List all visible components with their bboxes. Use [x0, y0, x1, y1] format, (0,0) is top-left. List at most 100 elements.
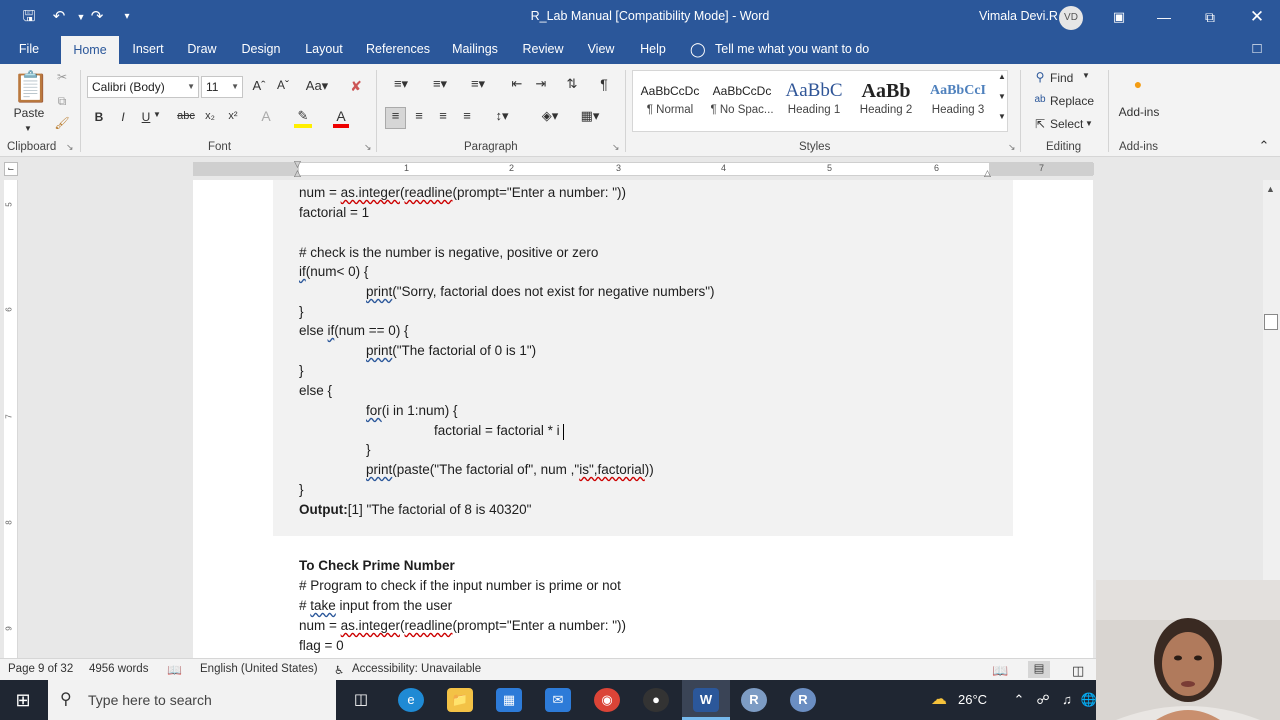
tab-design[interactable]: Design	[237, 34, 285, 64]
bullets-icon[interactable]: ≡▾	[386, 76, 416, 92]
weather-icon[interactable]: ☁	[926, 688, 952, 712]
align-right-icon[interactable]: ≡	[434, 108, 452, 123]
app-icon[interactable]: ●	[643, 688, 669, 712]
style-heading-2[interactable]: AaBb Heading 2	[850, 78, 922, 124]
rstudio-icon[interactable]: R	[790, 688, 816, 712]
strikethrough-icon[interactable]: abc	[176, 110, 196, 122]
restore-icon[interactable]: ⧉	[1195, 6, 1225, 28]
grow-font-icon[interactable]: Aˆ	[250, 78, 268, 93]
font-size-select[interactable]: 11 ▼	[201, 76, 243, 98]
highlight-color-icon[interactable]: ✎	[294, 108, 312, 128]
paste-button[interactable]: Paste	[8, 106, 50, 120]
bold-icon[interactable]: B	[92, 110, 106, 124]
save-icon[interactable]: 🖫	[18, 7, 40, 27]
add-ins-icon[interactable]: ●	[1128, 76, 1148, 92]
tab-file[interactable]: File	[10, 34, 48, 64]
style-heading-3[interactable]: AaBbCcI Heading 3	[922, 78, 994, 124]
justify-icon[interactable]: ≡	[458, 108, 476, 123]
web-layout-icon[interactable]: ◫	[1072, 663, 1084, 679]
tab-view[interactable]: View	[583, 34, 619, 64]
proofing-icon[interactable]: 📖	[167, 663, 182, 677]
styles-scroll-up-icon[interactable]: ▲	[996, 72, 1008, 81]
tab-references[interactable]: References	[363, 34, 433, 64]
file-explorer-icon[interactable]: 📁	[447, 688, 473, 712]
borders-icon[interactable]: ▦▾	[574, 108, 606, 124]
tab-insert[interactable]: Insert	[127, 34, 169, 64]
underline-icon[interactable]: U	[139, 110, 153, 124]
replace-icon[interactable]: ab	[1032, 94, 1048, 105]
print-layout-icon[interactable]: ▤	[1028, 661, 1050, 678]
decrease-indent-icon[interactable]: ⇤	[508, 76, 526, 92]
customize-toolbar-icon[interactable]: ▾	[116, 7, 138, 27]
paste-dropdown-icon[interactable]: ▼	[22, 124, 34, 133]
close-icon[interactable]: ✕	[1242, 6, 1272, 28]
font-color-icon[interactable]: A	[333, 108, 349, 128]
temperature[interactable]: 26°C	[958, 692, 987, 707]
tab-help[interactable]: Help	[634, 34, 672, 64]
align-center-icon[interactable]: ≡	[410, 108, 428, 123]
show-hidden-icons-icon[interactable]: ⌃	[1006, 688, 1032, 712]
font-launcher-icon[interactable]: ↘	[364, 142, 372, 153]
add-ins-button[interactable]: Add-ins	[1114, 105, 1164, 119]
windows-start-icon[interactable]: ⊞	[10, 688, 36, 712]
find-button[interactable]: Find	[1050, 71, 1073, 85]
styles-scroll-down-icon[interactable]: ▼	[996, 92, 1008, 101]
mail-icon[interactable]: ✉	[545, 688, 571, 712]
user-name[interactable]: Vimala Devi.R	[979, 9, 1058, 23]
text-effects-icon[interactable]: A	[258, 108, 274, 124]
tab-review[interactable]: Review	[518, 34, 568, 64]
styles-launcher-icon[interactable]: ↘	[1008, 142, 1016, 153]
style-no-spacing[interactable]: AaBbCcDc ¶ No Spac...	[706, 78, 778, 124]
tab-layout[interactable]: Layout	[300, 34, 348, 64]
r-icon[interactable]: R	[741, 688, 767, 712]
cut-icon[interactable]: ✂	[54, 70, 70, 84]
ribbon-display-options-icon[interactable]: ▣	[1104, 6, 1134, 28]
style-normal[interactable]: AaBbCcDc ¶ Normal	[634, 78, 706, 124]
right-indent-marker[interactable]: △	[984, 168, 991, 179]
tab-selector-icon[interactable]: ⌙	[4, 162, 18, 176]
copy-icon[interactable]: ⧉	[54, 94, 70, 109]
tab-draw[interactable]: Draw	[183, 34, 221, 64]
show-formatting-icon[interactable]: ¶	[596, 76, 612, 92]
edge-browser-icon[interactable]: e	[398, 688, 424, 712]
increase-indent-icon[interactable]: ⇥	[532, 76, 550, 92]
network-icon[interactable]: ☍	[1030, 688, 1056, 712]
word-icon[interactable]: W	[693, 688, 719, 712]
select-icon[interactable]: ⇱	[1032, 117, 1048, 131]
replace-button[interactable]: Replace	[1050, 94, 1094, 108]
undo-icon[interactable]: ↶	[48, 7, 70, 27]
shading-icon[interactable]: ◈▾	[534, 108, 566, 124]
redo-icon[interactable]: ↷	[86, 7, 108, 27]
read-mode-icon[interactable]: 📖	[992, 663, 1008, 679]
horizontal-ruler[interactable]: 1 2 3 4 5 6 7 ▽ △ △	[193, 159, 1094, 179]
task-view-icon[interactable]: ◫	[348, 688, 374, 712]
tab-home[interactable]: Home	[61, 36, 119, 64]
accessibility-status[interactable]: Accessibility: Unavailable	[352, 663, 481, 675]
scroll-up-icon[interactable]: ▲	[1266, 184, 1275, 194]
collapse-ribbon-icon[interactable]: ⌃	[1256, 138, 1272, 154]
subscript-icon[interactable]: x₂	[203, 110, 217, 122]
multilevel-list-icon[interactable]: ≡▾	[462, 76, 494, 92]
numbering-icon[interactable]: ≡▾	[424, 76, 456, 92]
line-spacing-icon[interactable]: ↕▾	[488, 108, 516, 124]
word-count[interactable]: 4956 words	[89, 663, 148, 675]
tab-mailings[interactable]: Mailings	[447, 34, 503, 64]
scrollbar-thumb[interactable]	[1264, 314, 1278, 330]
tell-me-search[interactable]: Tell me what you want to do	[715, 34, 885, 64]
format-painter-icon[interactable]: 🖌	[54, 116, 70, 130]
change-case-icon[interactable]: Aa▾	[302, 78, 332, 94]
align-left-icon[interactable]: ≡	[385, 107, 406, 129]
paragraph-launcher-icon[interactable]: ↘	[612, 142, 620, 153]
avatar[interactable]: VD	[1059, 6, 1083, 30]
page-count[interactable]: Page 9 of 32	[8, 663, 73, 675]
font-name-select[interactable]: Calibri (Body) ▼	[87, 76, 199, 98]
clipboard-launcher-icon[interactable]: ↘	[66, 142, 74, 153]
find-icon[interactable]: ⚲	[1032, 70, 1048, 84]
shrink-font-icon[interactable]: Aˇ	[274, 78, 292, 92]
clear-formatting-icon[interactable]: ✘	[346, 78, 366, 95]
style-heading-1[interactable]: AaBbC Heading 1	[778, 78, 850, 124]
vertical-ruler[interactable]: 5 6 7 8 9	[4, 180, 18, 658]
store-icon[interactable]: ▦	[496, 688, 522, 712]
comments-icon[interactable]: □	[1244, 34, 1270, 64]
left-indent-marker[interactable]: △	[294, 168, 301, 179]
